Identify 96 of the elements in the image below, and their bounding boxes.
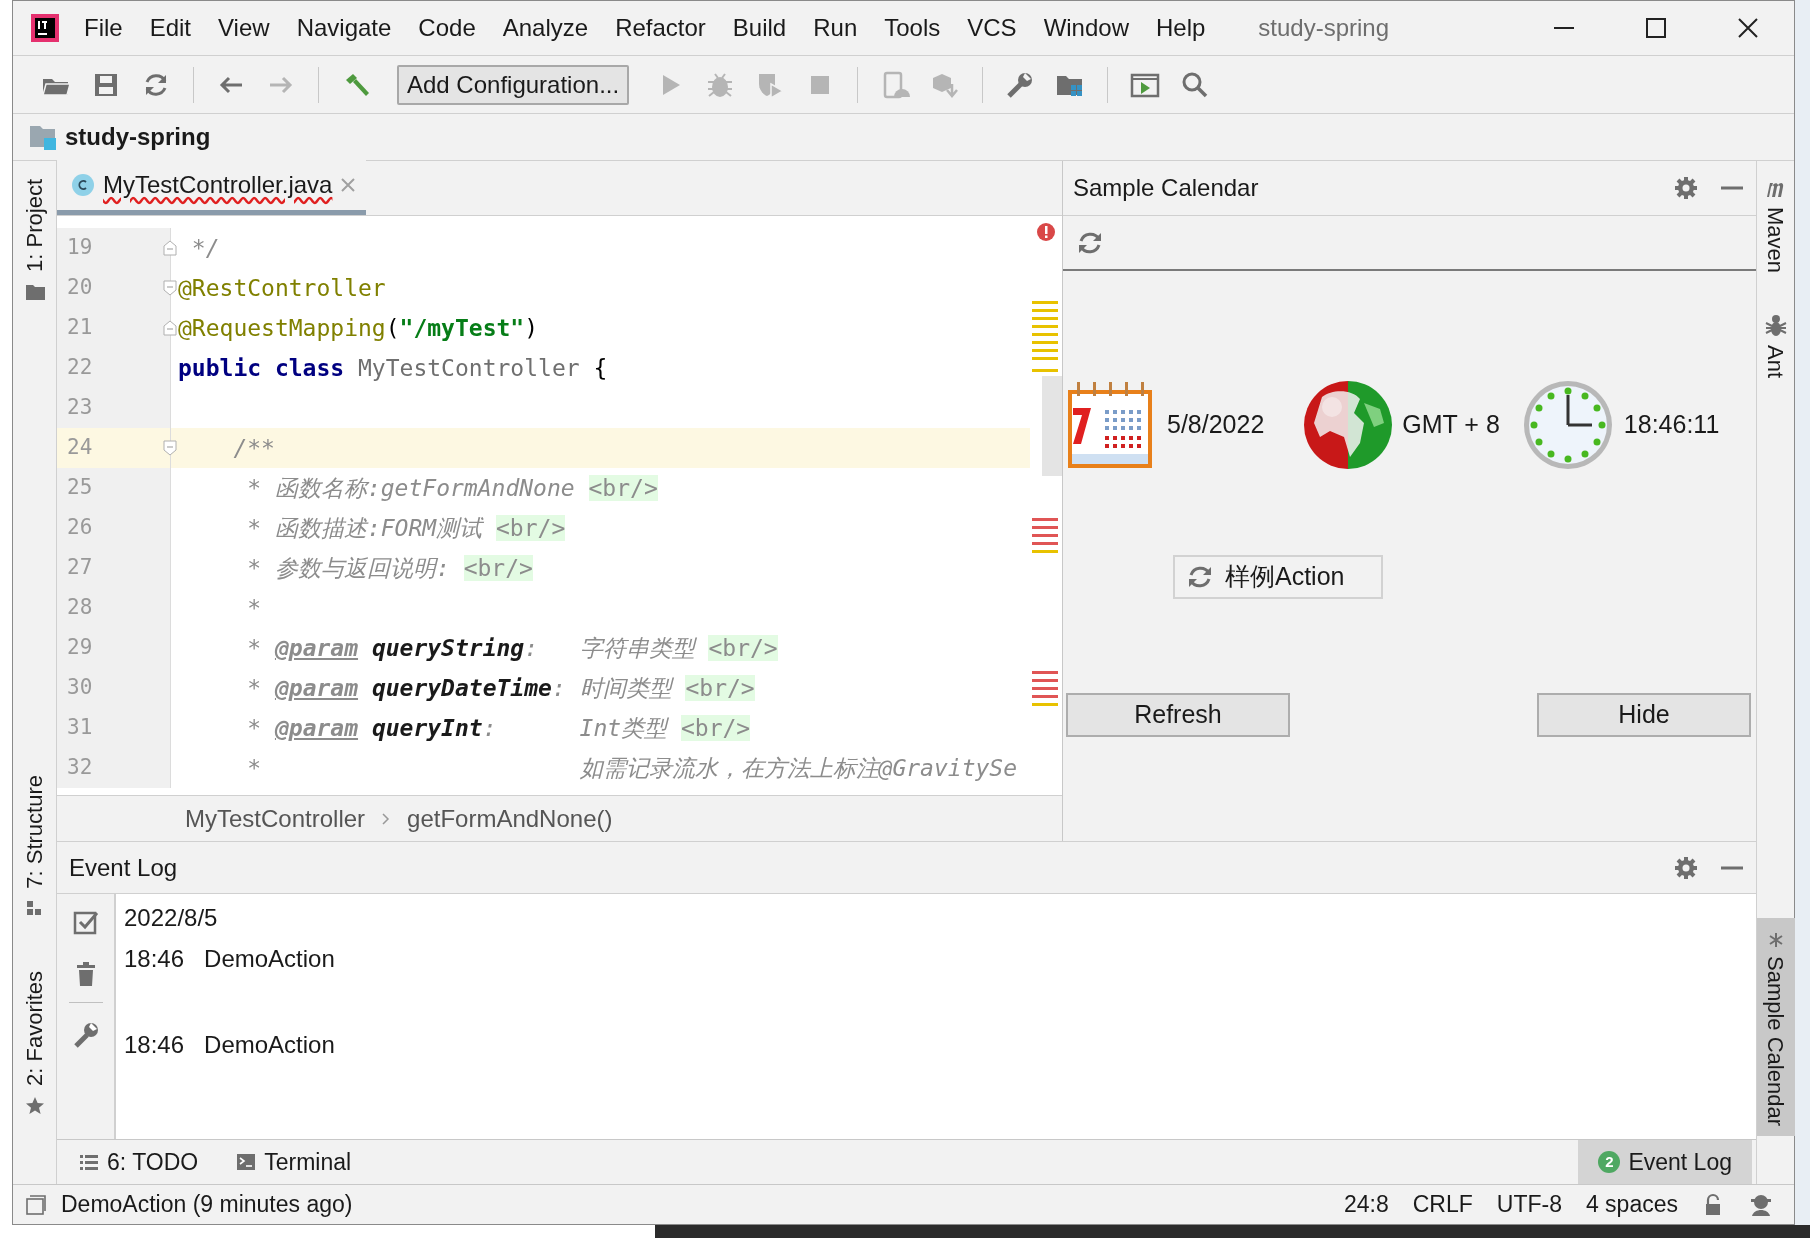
run-configuration-button[interactable]: Add Configuration... [397,64,630,105]
menu-item[interactable]: Help [1153,10,1209,46]
tool-window-tab[interactable]: Maven [1756,169,1795,284]
code-line: * [246,594,262,623]
code-line: @RequestMapping("/myTest") [177,314,539,343]
panel-button[interactable]: Hide [1537,693,1751,737]
asterisk-icon [1767,932,1784,948]
error-stripes-icon [1032,518,1058,554]
list-icon [79,1152,99,1172]
breadcrumb[interactable]: getFormAndNone() [407,800,613,837]
count-badge: 2 [1598,1151,1621,1173]
calendar-icon [1065,380,1155,470]
ant-icon [1764,313,1787,338]
code-line: * 参数与返回说明: <br/> [246,554,533,583]
terminal-icon [236,1152,257,1172]
panel-toggle-icon[interactable] [25,1193,47,1216]
date-label: 5/8/2022 [1167,409,1265,441]
error-stripes-icon [1032,671,1058,707]
menu-item[interactable]: Code [415,10,479,46]
log-time: 18:46 [124,1030,185,1060]
project-folder-icon [29,124,57,150]
code-line: * 函数名称:getFormAndNone <br/> [246,474,658,503]
fold-marker-icon[interactable] [163,320,177,336]
code-line: public class MyTestController { [177,354,608,383]
tool-window-tab[interactable]: Sample Calendar [1756,918,1795,1136]
warning-stripes-icon [1032,301,1058,373]
tool-window-tab[interactable]: 7: Structure [14,769,55,926]
clock-icon [1521,379,1614,471]
line-number: 25 [57,468,170,508]
app-logo-icon [31,14,59,42]
line-number: 22 [57,348,170,388]
line-number: 31 [57,708,170,748]
code-line: @RestController [177,274,386,303]
menu-item[interactable]: Refactor [612,10,709,46]
panel-button[interactable]: Refresh [1066,693,1290,737]
log-message[interactable]: DemoAction [204,1027,335,1063]
line-number: 19 [57,228,170,268]
menu-item[interactable]: Navigate [293,10,395,46]
status-item[interactable]: UTF-8 [1496,1187,1562,1222]
menu-item[interactable]: Run [810,10,861,46]
settings-icon[interactable] [1674,855,1698,880]
line-number: 26 [57,508,170,548]
tool-window-tab[interactable]: Ant [1756,303,1795,389]
project-name[interactable]: study-spring [65,119,211,155]
timezone-label: GMT + 8 [1402,409,1500,441]
scroll-thumb-icon [1042,376,1062,476]
tool-window-tab[interactable]: 6: TODO [67,1139,211,1185]
status-item[interactable]: CRLF [1412,1187,1473,1222]
class-icon [71,173,95,197]
panel-title: Sample Calendar [1073,173,1259,203]
menu-item[interactable]: Build [729,10,790,46]
fold-marker-icon[interactable] [163,280,177,296]
editor-tab[interactable]: MyTestController.java [57,160,367,215]
code-line: */ [190,234,220,263]
line-number: 28 [57,588,170,628]
tool-window-tab[interactable]: Terminal [224,1139,364,1185]
menu-item[interactable]: View [215,10,273,46]
chevron-icon [381,811,392,826]
menu-item[interactable]: Tools [881,10,944,46]
code-line: * @param queryString: 字符串类型 <br/> [246,634,778,663]
log-date: 2022/8/5 [124,903,219,933]
line-number: 27 [57,548,170,588]
code-line: /** [232,434,275,463]
refresh-icon [1187,564,1213,590]
fold-marker-icon[interactable] [163,440,177,456]
status-message[interactable]: DemoAction (9 minutes ago) [61,1187,353,1222]
star-icon [24,1096,45,1116]
menu-item[interactable]: Analyze [499,10,592,46]
menu-item[interactable]: Edit [146,10,195,46]
line-number: 21 [57,308,170,348]
action-button[interactable]: 样例Action [1173,555,1383,599]
line-number: 30 [57,668,170,708]
menu-item[interactable]: Window [1040,10,1132,46]
menu-item[interactable]: File [81,10,126,46]
line-number: 32 [57,748,170,788]
line-number: 29 [57,628,170,668]
window-title: study-spring [1258,13,1390,43]
breadcrumb[interactable]: MyTestController [185,800,366,837]
panel-title: Event Log [69,852,178,883]
settings-icon[interactable] [1674,176,1698,200]
status-item[interactable]: 4 spaces [1585,1187,1678,1222]
tool-window-tab[interactable]: 2 Event Log [1578,1139,1752,1185]
code-line: * 如需记录流水，在方法上标注@GravitySe [246,754,1018,783]
time-label: 18:46:11 [1623,409,1720,441]
line-number: 20 [57,268,170,308]
menu-item[interactable]: VCS [964,10,1020,46]
status-item[interactable]: 24:8 [1343,1187,1389,1222]
fold-marker-icon[interactable] [163,240,177,256]
tool-window-tab[interactable]: 2: Favorites [14,965,55,1122]
code-line: * 函数描述:FORM测试 <br/> [246,514,566,543]
code-line: * @param queryInt: Int类型 <br/> [246,714,751,743]
log-message[interactable]: DemoAction [204,941,335,977]
tool-window-tab[interactable]: 1: Project [14,173,55,308]
log-time: 18:46 [124,944,185,974]
code-line: * @param queryDateTime: 时间类型 <br/> [246,674,755,703]
line-number: 23 [57,388,170,428]
